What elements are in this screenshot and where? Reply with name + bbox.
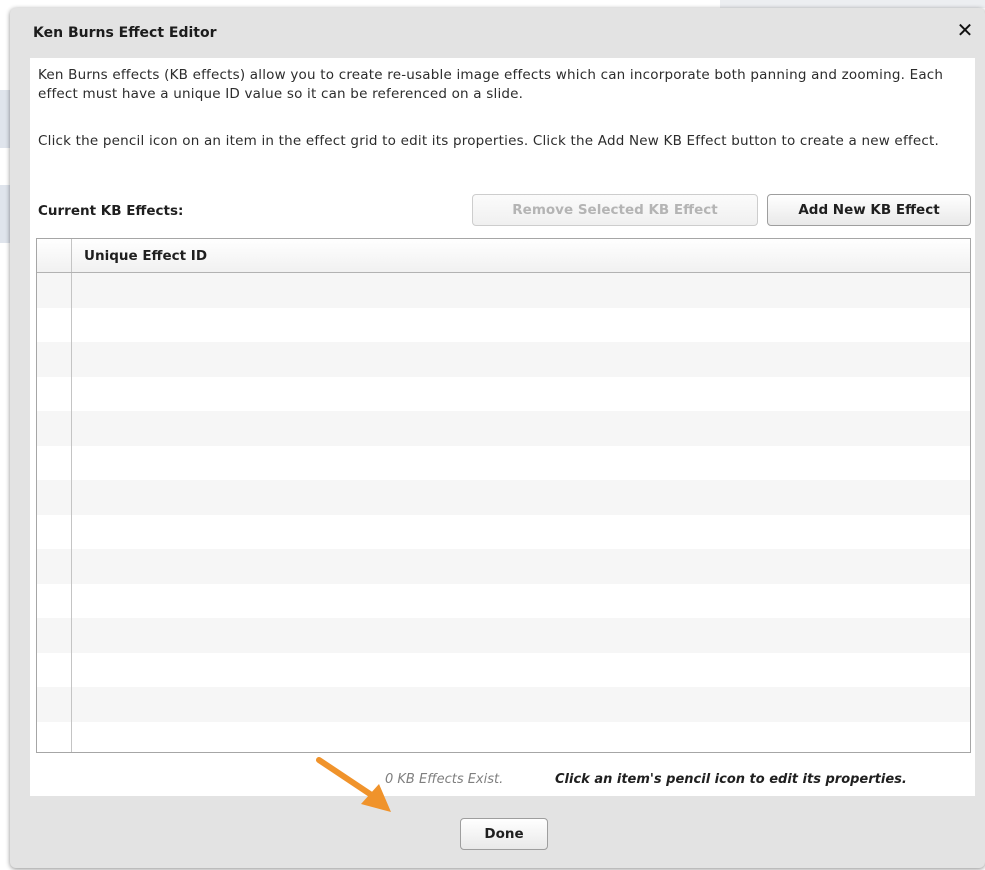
empty-grid-row <box>37 721 970 752</box>
edit-hint-text: Click an item's pencil icon to edit its … <box>555 772 907 787</box>
empty-grid-row <box>37 687 970 722</box>
ken-burns-effect-editor-dialog: Ken Burns Effect Editor ✕ Ken Burns effe… <box>10 8 985 868</box>
empty-grid-row <box>37 376 970 411</box>
current-effects-label: Current KB Effects: <box>38 203 184 219</box>
grid-header-select-column <box>37 239 72 272</box>
dialog-titlebar: Ken Burns Effect Editor ✕ <box>10 8 985 56</box>
grid-body <box>37 273 970 752</box>
empty-grid-row <box>37 652 970 687</box>
annotation-arrow-icon <box>316 757 391 812</box>
empty-grid-row <box>37 480 970 515</box>
close-icon[interactable]: ✕ <box>955 20 975 40</box>
effects-count-status: 0 KB Effects Exist. <box>385 772 504 787</box>
add-new-effect-button[interactable]: Add New KB Effect <box>767 194 971 226</box>
empty-grid-row <box>37 411 970 446</box>
done-button[interactable]: Done <box>460 818 548 850</box>
background-page-strip <box>720 0 985 8</box>
intro-paragraph: Ken Burns effects (KB effects) allow you… <box>38 67 944 102</box>
empty-grid-row <box>37 618 970 653</box>
dialog-title: Ken Burns Effect Editor <box>33 25 217 41</box>
empty-grid-row <box>37 273 970 308</box>
column-header-unique-effect-id[interactable]: Unique Effect ID <box>84 248 207 264</box>
empty-grid-row <box>37 342 970 377</box>
empty-grid-row <box>37 307 970 342</box>
dialog-content-panel: Ken Burns effects (KB effects) allow you… <box>30 58 975 812</box>
effects-grid: Unique Effect ID <box>36 238 971 753</box>
grid-header: Unique Effect ID <box>37 239 970 273</box>
empty-grid-row <box>37 549 970 584</box>
instructions-paragraph: Click the pencil icon on an item in the … <box>38 133 939 149</box>
empty-grid-row <box>37 445 970 480</box>
remove-selected-effect-button[interactable]: Remove Selected KB Effect <box>472 194 758 226</box>
empty-grid-row <box>37 514 970 549</box>
empty-grid-row <box>37 583 970 618</box>
grid-column-divider <box>71 273 72 752</box>
